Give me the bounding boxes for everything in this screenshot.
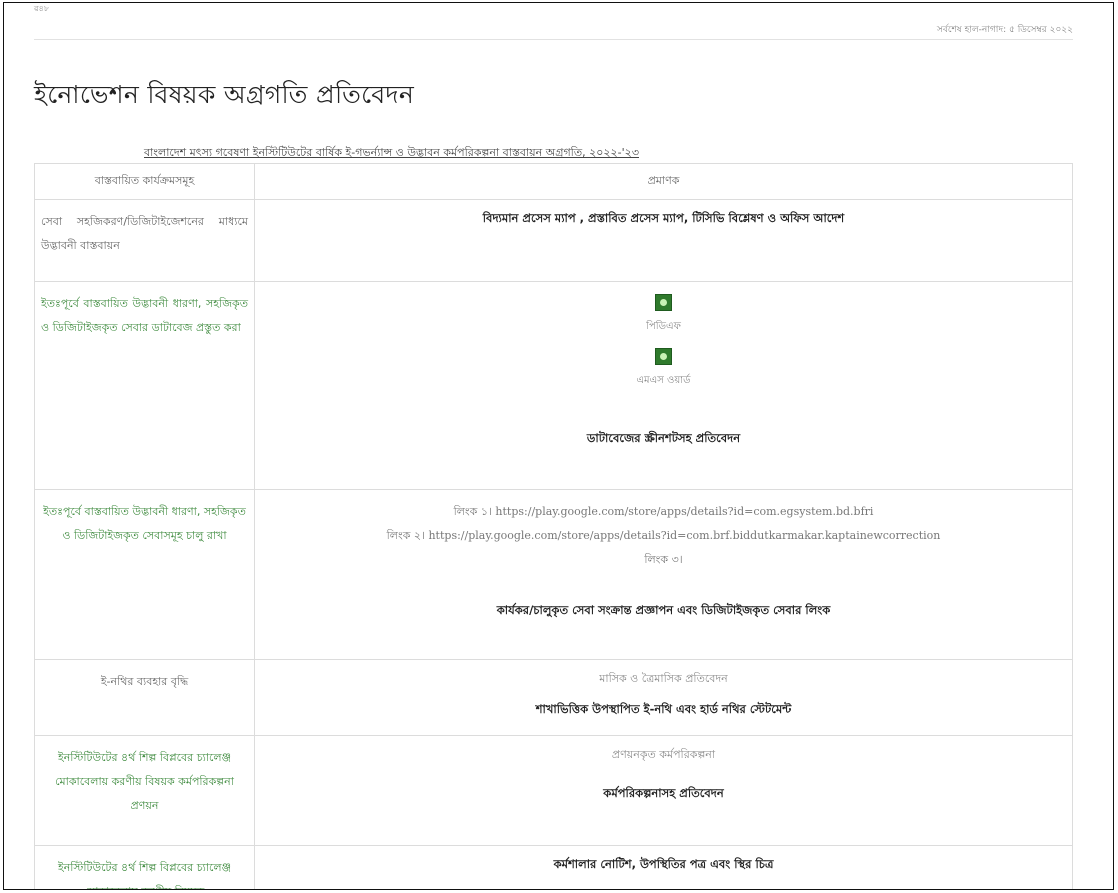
column-header-activities: বাস্তবায়িত কার্যক্রমসমূহ	[34, 163, 255, 200]
column-header-evidence: প্রমাণক	[254, 163, 1073, 200]
progress-table: বাস্তবায়িত কার্যক্রমসমূহ প্রমাণক সেবা স…	[34, 163, 1073, 889]
evidence-link-1[interactable]: লিংক ১। https://play.google.com/store/ap…	[261, 500, 1066, 524]
evidence-cell: পিডিএফ এমএস ওয়ার্ড ডাটাবেজের স্ক্রীনশটস…	[254, 281, 1073, 490]
table-row: ইনস্টিটিউটের ৪র্থ শিল্প বিপ্লবের চ্যালেঞ…	[34, 845, 1073, 889]
activity-cell: ইনস্টিটিউটের ৪র্থ শিল্প বিপ্লবের চ্যালেঞ…	[34, 735, 255, 846]
evidence-title: শাখাভিত্তিক উপস্থাপিত ই-নথি এবং হার্ড নথ…	[535, 702, 792, 716]
page-title: ইনোভেশন বিষয়ক অগ্রগতি প্রতিবেদন	[34, 80, 415, 109]
evidence-link-2[interactable]: লিংক ২। https://play.google.com/store/ap…	[261, 524, 1066, 548]
table-row: ইনস্টিটিউটের ৪র্থ শিল্প বিপ্লবের চ্যালেঞ…	[34, 735, 1073, 846]
evidence-title: বিদ্যমান প্রসেস ম্যাপ , প্রস্তাবিত প্রসে…	[482, 211, 845, 225]
table-row: ইতঃপূর্বে বাস্তবায়িত উদ্ভাবনী ধারণা, সহ…	[34, 489, 1073, 660]
table-row: ইতঃপূর্বে বাস্তবায়িত উদ্ভাবনী ধারণা, সহ…	[34, 281, 1073, 490]
table-header-row: বাস্তবায়িত কার্যক্রমসমূহ প্রমাণক	[34, 163, 1073, 200]
evidence-cell: মাসিক ও ত্রৈমাসিক প্রতিবেদন শাখাভিত্তিক …	[254, 659, 1073, 736]
corner-mark: ৱ৪৮	[34, 4, 50, 13]
file-label-word[interactable]: এমএস ওয়ার্ড	[636, 373, 690, 390]
evidence-cell: লিংক ১। https://play.google.com/store/ap…	[254, 489, 1073, 660]
activity-cell: ইতঃপূর্বে বাস্তবায়িত উদ্ভাবনী ধারণা, সহ…	[34, 489, 255, 660]
evidence-title: কর্মপরিকল্পনাসহ প্রতিবেদন	[603, 786, 724, 800]
file-icon[interactable]	[655, 348, 672, 365]
table-row: ই-নথির ব্যবহার বৃদ্ধি মাসিক ও ত্রৈমাসিক …	[34, 659, 1073, 736]
evidence-title: কর্মশালার নোটিশ, উপস্থিতির পত্র এবং স্থি…	[553, 857, 774, 871]
evidence-link-3[interactable]: লিংক ৩।	[261, 548, 1066, 572]
file-label-pdf[interactable]: পিডিএফ	[646, 319, 681, 336]
download-word[interactable]: এমএস ওয়ার্ড	[261, 346, 1066, 400]
file-icon[interactable]	[655, 294, 672, 311]
last-updated-text: সর্বশেষ হাল-নাগাদ: ৫ ডিসেম্বর ২০২২	[936, 25, 1073, 35]
activity-cell: ইতঃপূর্বে বাস্তবায়িত উদ্ভাবনী ধারণা, সহ…	[34, 281, 255, 490]
evidence-cell: বিদ্যমান প্রসেস ম্যাপ , প্রস্তাবিত প্রসে…	[254, 199, 1073, 282]
header-divider	[34, 39, 1073, 40]
activity-cell: ইনস্টিটিউটের ৪র্থ শিল্প বিপ্লবের চ্যালেঞ…	[34, 845, 255, 889]
evidence-note: মাসিক ও ত্রৈমাসিক প্রতিবেদন	[599, 672, 728, 685]
evidence-cell: কর্মশালার নোটিশ, উপস্থিতির পত্র এবং স্থি…	[254, 845, 1073, 889]
evidence-title: কার্যকর/চালুকৃত সেবা সংক্রান্ত প্রজ্ঞাপন…	[496, 603, 831, 617]
table-row: সেবা সহজিকরণ/ডিজিটাইজেশনের মাধ্যমে উদ্ভা…	[34, 199, 1073, 282]
evidence-cell: প্রণয়নকৃত কর্মপরিকল্পনা কর্মপরিকল্পনাসহ…	[254, 735, 1073, 846]
evidence-title: ডাটাবেজের স্ক্রীনশটসহ প্রতিবেদন	[586, 431, 741, 445]
evidence-note: প্রণয়নকৃত কর্মপরিকল্পনা	[611, 748, 716, 761]
activity-cell: সেবা সহজিকরণ/ডিজিটাইজেশনের মাধ্যমে উদ্ভা…	[34, 199, 255, 282]
document-page: ৱ৪৮ সর্বশেষ হাল-নাগাদ: ৫ ডিসেম্বর ২০২২ ই…	[3, 2, 1114, 890]
activity-cell: ই-নথির ব্যবহার বৃদ্ধি	[34, 659, 255, 736]
report-heading-link[interactable]: বাংলাদেশ মৎস্য গবেষণা ইনস্টিটিউটের বার্ষ…	[144, 144, 639, 163]
download-pdf[interactable]: পিডিএফ	[261, 292, 1066, 346]
